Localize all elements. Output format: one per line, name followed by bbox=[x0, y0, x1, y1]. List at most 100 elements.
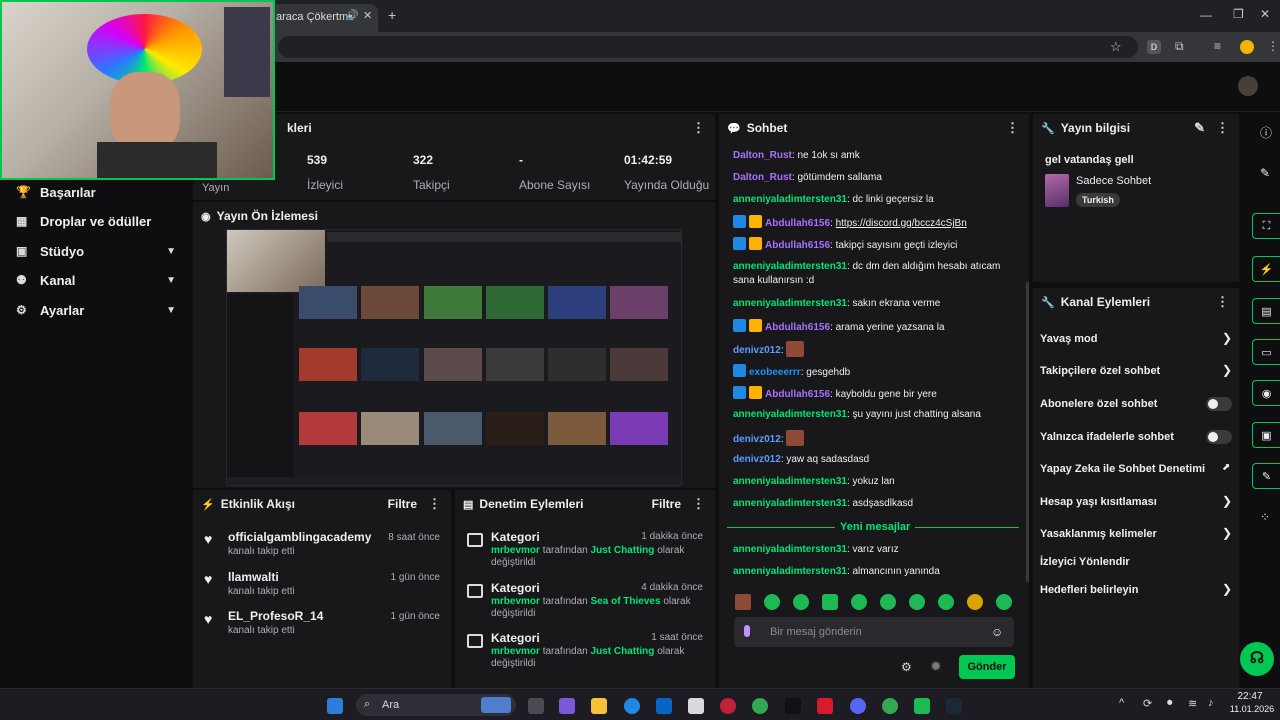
extensions-icon[interactable]: ⧉ bbox=[1175, 39, 1184, 54]
stream-tag[interactable]: Turkish bbox=[1076, 193, 1120, 207]
tray-network-icon[interactable]: ⟳ bbox=[1143, 697, 1152, 710]
taskbar-clock[interactable]: 22:47 bbox=[1230, 691, 1270, 702]
action-follower-only[interactable]: Takipçilere özel sohbet bbox=[1040, 365, 1160, 377]
chrome-icon[interactable] bbox=[752, 698, 768, 714]
chat-username[interactable]: anneniyaladimtersten31 bbox=[733, 261, 847, 272]
tray-volume-icon[interactable]: ♪ bbox=[1208, 697, 1214, 709]
store-icon[interactable] bbox=[688, 698, 704, 714]
chevron-right-icon[interactable]: ❯ bbox=[1222, 331, 1232, 345]
copilot-icon[interactable] bbox=[559, 698, 575, 714]
chat-link[interactable]: https://discord.gg/bccz4cSjBn bbox=[836, 218, 967, 229]
nav-item-settings[interactable]: ⚙ Ayarlar ▼ bbox=[16, 300, 176, 320]
close-window-icon[interactable]: ✕ bbox=[1260, 7, 1270, 21]
chat-username[interactable]: exobeeerrr bbox=[749, 367, 801, 378]
external-link-icon[interactable]: ⬈ bbox=[1222, 462, 1230, 473]
bookmark-star-icon[interactable]: ☆ bbox=[1110, 39, 1122, 55]
mod-game-link[interactable]: Sea of Thieves bbox=[591, 596, 661, 607]
chat-username[interactable]: denivz012 bbox=[733, 345, 781, 356]
quick-action-lightning-icon[interactable]: ⚡ bbox=[1252, 256, 1280, 282]
nav-item-drops[interactable]: ▦ Droplar ve ödüller bbox=[16, 211, 176, 231]
app-red-icon[interactable] bbox=[817, 698, 833, 714]
chat-username[interactable]: anneniyaladimtersten31 bbox=[733, 409, 847, 420]
browser-tab[interactable]: araca Çökertme 🔊 ✕ bbox=[268, 4, 378, 32]
chat-username[interactable]: anneniyaladimtersten31 bbox=[733, 298, 847, 309]
chevron-right-icon[interactable]: ❯ bbox=[1222, 363, 1232, 377]
extension-d-icon[interactable]: D bbox=[1147, 40, 1161, 54]
mod-user-link[interactable]: mrbevmor bbox=[491, 646, 540, 657]
discord-icon[interactable] bbox=[850, 698, 866, 714]
chat-username[interactable]: anneniyaladimtersten31 bbox=[733, 544, 847, 555]
file-explorer-icon[interactable] bbox=[591, 698, 607, 714]
app-green-icon[interactable] bbox=[914, 698, 930, 714]
emoji-picker-icon[interactable]: ☺ bbox=[991, 625, 1003, 639]
emote-icon[interactable] bbox=[996, 594, 1012, 610]
taskbar-search-box[interactable]: ⌕ Ara bbox=[356, 694, 516, 716]
kebab-menu-icon[interactable]: ⋮ bbox=[428, 496, 441, 512]
maximize-icon[interactable]: ❐ bbox=[1233, 7, 1244, 21]
tray-wifi-icon[interactable]: ≋ bbox=[1188, 697, 1197, 710]
subscriber-only-toggle[interactable] bbox=[1206, 397, 1232, 411]
chat-username[interactable]: anneniyaladimtersten31 bbox=[733, 566, 847, 577]
url-field[interactable] bbox=[278, 36, 1138, 58]
send-button[interactable]: Gönder bbox=[959, 655, 1015, 679]
action-set-goals[interactable]: Hedefleri belirleyin bbox=[1040, 584, 1138, 596]
action-raid[interactable]: İzleyici Yönlendir bbox=[1040, 556, 1130, 568]
opera-icon[interactable] bbox=[720, 698, 736, 714]
chat-username[interactable]: anneniyaladimtersten31 bbox=[733, 498, 847, 509]
mod-game-link[interactable]: Just Chatting bbox=[591, 646, 655, 657]
profile-avatar-icon[interactable] bbox=[1240, 40, 1254, 54]
chrome-active-icon[interactable] bbox=[882, 698, 898, 714]
moderation-filter-button[interactable]: Filtre bbox=[652, 497, 681, 511]
emote-icon[interactable] bbox=[793, 594, 809, 610]
microphone-icon[interactable] bbox=[744, 625, 750, 637]
chat-username[interactable]: anneniyaladimtersten31 bbox=[733, 476, 847, 487]
kebab-menu-icon[interactable]: ⋮ bbox=[692, 496, 705, 512]
mod-user-link[interactable]: mrbevmor bbox=[491, 545, 540, 556]
chat-username[interactable]: Abdullah6156 bbox=[765, 218, 830, 229]
quick-action-broadcast-icon[interactable]: ◉ bbox=[1252, 380, 1280, 406]
emote-icon[interactable] bbox=[909, 594, 925, 610]
edge-icon[interactable] bbox=[624, 698, 640, 714]
emote-icon[interactable] bbox=[880, 594, 896, 610]
action-account-age[interactable]: Hesap yaşı kısıtlaması bbox=[1040, 496, 1157, 508]
chevron-right-icon[interactable]: ❯ bbox=[1222, 494, 1232, 508]
action-ai-moderation[interactable]: Yapay Zeka ile Sohbet Denetimi bbox=[1040, 463, 1205, 475]
tiktok-icon[interactable] bbox=[785, 698, 801, 714]
media-icon[interactable]: ≡ bbox=[1214, 39, 1221, 53]
emote-only-toggle[interactable] bbox=[1206, 430, 1232, 444]
kebab-menu-icon[interactable]: ⋮ bbox=[692, 120, 705, 136]
chat-username[interactable]: Abdullah6156 bbox=[765, 240, 830, 251]
support-headset-icon[interactable]: ☊ bbox=[1240, 642, 1274, 676]
chat-username[interactable]: Dalton_Rust bbox=[733, 172, 792, 183]
speaker-icon[interactable]: 🔊 bbox=[346, 10, 358, 21]
extensions-icon[interactable]: ⁘ bbox=[1260, 510, 1270, 524]
nav-item-channel[interactable]: ⚉ Kanal ▼ bbox=[16, 270, 176, 290]
chat-username[interactable]: denivz012 bbox=[733, 434, 781, 445]
chat-username[interactable]: denivz012 bbox=[733, 454, 781, 465]
user-avatar[interactable] bbox=[1238, 76, 1258, 96]
category-boxart[interactable] bbox=[1045, 174, 1069, 207]
nav-item-achievements[interactable]: 🏆 Başarılar bbox=[16, 182, 176, 202]
kebab-menu-icon[interactable]: ⋮ bbox=[1216, 120, 1229, 136]
quick-action-wrench-icon[interactable]: ✎ bbox=[1252, 463, 1280, 489]
mod-game-link[interactable]: Just Chatting bbox=[591, 545, 655, 556]
chat-input-box[interactable]: Bir mesaj gönderin ☺ bbox=[734, 617, 1014, 647]
chat-username[interactable]: Abdullah6156 bbox=[765, 322, 830, 333]
kebab-menu-icon[interactable]: ⋮ bbox=[1006, 120, 1019, 136]
tray-mic-icon[interactable]: ⏺ bbox=[1167, 697, 1173, 710]
action-slow-mode[interactable]: Yavaş mod bbox=[1040, 333, 1097, 345]
chevron-right-icon[interactable]: ❯ bbox=[1222, 582, 1232, 596]
emote-icon[interactable] bbox=[967, 594, 983, 610]
quick-action-note-icon[interactable]: ▤ bbox=[1252, 298, 1280, 324]
stream-category[interactable]: Sadece Sohbet bbox=[1076, 175, 1151, 187]
chat-settings-icon[interactable]: ⚙ bbox=[901, 660, 912, 674]
chevron-right-icon[interactable]: ❯ bbox=[1222, 526, 1232, 540]
chat-username[interactable]: Dalton_Rust bbox=[733, 150, 792, 161]
chat-username[interactable]: Abdullah6156 bbox=[765, 389, 830, 400]
tray-chevron-icon[interactable]: ^ bbox=[1119, 697, 1124, 709]
feed-user-name[interactable]: officialgamblingacademy bbox=[228, 530, 371, 544]
stream-preview-video[interactable] bbox=[226, 229, 682, 486]
kebab-menu-icon[interactable]: ⋮ bbox=[1216, 294, 1229, 310]
windows-start-icon[interactable] bbox=[327, 698, 343, 714]
action-banned-words[interactable]: Yasaklanmış kelimeler bbox=[1040, 528, 1157, 540]
